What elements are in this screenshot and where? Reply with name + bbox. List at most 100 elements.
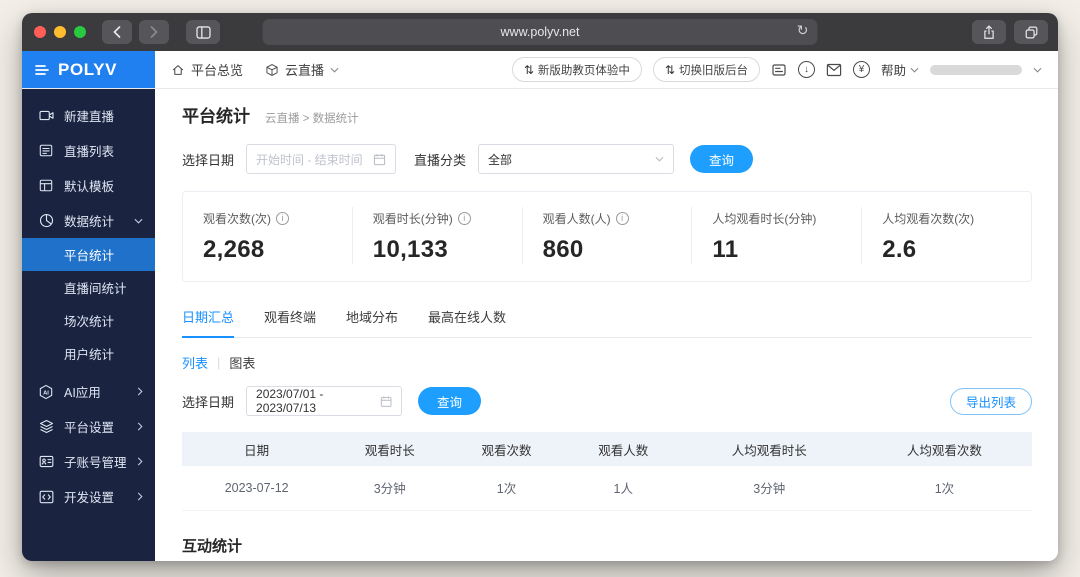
cell-date: 2023-07-12 <box>182 466 332 511</box>
chevron-down-icon[interactable] <box>1033 67 1042 73</box>
sidebar-item-new-live[interactable]: 新建直播 <box>22 98 155 133</box>
view-toggle: 列表 | 图表 <box>182 353 1032 372</box>
date-range-input-2[interactable]: 2023/07/01 - 2023/07/13 <box>246 386 403 416</box>
reload-icon[interactable]: ↻ <box>797 23 809 37</box>
zoom-window-button[interactable] <box>74 26 86 38</box>
tab-peak-online-users[interactable]: 最高在线人数 <box>428 301 506 337</box>
mail-icon <box>826 63 842 76</box>
download-icon: ↓ <box>803 64 809 75</box>
sidebar-label: AI应用 <box>64 386 101 400</box>
calendar-icon <box>380 395 392 407</box>
new-assistant-pill-label: 新版助教页体验中 <box>537 64 630 77</box>
col-header-view-duration: 观看时长 <box>331 432 449 466</box>
col-header-date: 日期 <box>182 432 332 466</box>
breadcrumb-separator: > <box>302 113 310 125</box>
stat-view-duration: 观看时长(分钟) i 10,133 <box>351 207 522 264</box>
export-list-button[interactable]: 导出列表 <box>949 387 1032 415</box>
view-chart-link[interactable]: 图表 <box>229 353 255 372</box>
tab-viewing-terminal[interactable]: 观看终端 <box>264 301 316 337</box>
sidebar-label: 平台设置 <box>64 421 115 435</box>
sidebar-label: 子账号管理 <box>64 456 127 470</box>
help-menu[interactable]: 帮助 <box>881 60 919 79</box>
cell-view-count: 1次 <box>448 466 565 511</box>
sidebar-subitem-user-statistics[interactable]: 用户统计 <box>22 337 155 370</box>
sidebar: 新建直播 直播列表 默认模板 数据统计 平台统计 直播间统计 场次统计 用户统计… <box>22 89 155 561</box>
menu-hamburger-icon[interactable] <box>35 64 49 76</box>
account-name-redacted[interactable] <box>930 64 1022 75</box>
cell-view-duration: 3分钟 <box>331 466 449 511</box>
tab-region-distribution[interactable]: 地域分布 <box>346 301 398 337</box>
breadcrumb: 云直播 > 数据统计 <box>265 110 359 126</box>
pie-chart-icon <box>38 213 54 228</box>
info-icon[interactable]: i <box>276 212 289 225</box>
sidebar-subitem-platform-statistics[interactable]: 平台统计 <box>22 238 155 271</box>
date-range-input[interactable]: 开始时间 - 结束时间 <box>246 144 397 174</box>
sidebar-item-developer-settings[interactable]: 开发设置 <box>22 479 155 514</box>
statistics-tabs: 日期汇总 观看终端 地域分布 最高在线人数 <box>182 301 1032 338</box>
sidebar-item-platform-settings[interactable]: 平台设置 <box>22 409 155 444</box>
template-layout-icon <box>38 179 54 192</box>
category-filter-label: 直播分类 <box>414 152 467 168</box>
chevron-down-icon <box>330 67 339 73</box>
address-bar[interactable]: www.polyv.net ↻ <box>262 19 818 45</box>
tabs-icon <box>1025 26 1037 38</box>
stats-summary-panel: 观看次数(次) i 2,268 观看时长(分钟) i 10,133 观看人数(人) i… <box>182 191 1032 282</box>
nav-product-switcher[interactable]: 云直播 <box>265 60 339 79</box>
sidebar-item-subaccount-management[interactable]: 子账号管理 <box>22 444 155 479</box>
logo-block[interactable]: POLYV <box>22 51 155 88</box>
chevron-right-icon <box>137 492 143 501</box>
close-window-button[interactable] <box>34 26 46 38</box>
nav-product-label: 云直播 <box>285 63 325 78</box>
info-icon[interactable]: i <box>615 212 629 225</box>
query-button-2[interactable]: 查询 <box>418 387 482 415</box>
chevron-down-icon <box>655 156 664 162</box>
browser-titlebar: www.polyv.net ↻ <box>22 13 1058 51</box>
console-news-button[interactable] <box>771 62 787 78</box>
calendar-icon <box>373 153 386 165</box>
info-icon[interactable]: i <box>457 212 471 225</box>
date-filter-label: 选择日期 <box>182 152 235 168</box>
cube-icon <box>266 63 278 76</box>
nav-platform-overview[interactable]: 平台总览 <box>171 60 243 79</box>
sidebar-item-default-template[interactable]: 默认模板 <box>22 168 155 203</box>
stat-value: 11 <box>712 236 739 263</box>
messages-button[interactable] <box>826 63 842 77</box>
new-assistant-page-pill[interactable]: ⇅ 新版助教页体验中 <box>511 57 642 82</box>
chevron-right-icon <box>137 457 143 466</box>
browser-back-button[interactable] <box>102 20 132 44</box>
date-filter-label: 选择日期 <box>182 394 235 410</box>
table-row: 2023-07-12 3分钟 1次 1人 3分钟 1次 <box>182 466 1032 511</box>
share-button[interactable] <box>972 20 1006 44</box>
cell-avg-views: 1次 <box>856 466 1032 511</box>
stat-label: 人均观看次数(次) <box>882 212 975 226</box>
category-select[interactable]: 全部 <box>478 144 675 174</box>
chevron-right-icon <box>137 387 143 396</box>
tab-date-summary[interactable]: 日期汇总 <box>182 301 235 338</box>
layers-icon <box>38 419 54 434</box>
video-camera-icon <box>38 109 54 122</box>
sidebar-item-live-list[interactable]: 直播列表 <box>22 133 155 168</box>
console-news-icon <box>772 63 786 76</box>
cell-avg-duration: 3分钟 <box>681 466 857 511</box>
breadcrumb-current: 数据统计 <box>312 113 359 125</box>
tab-overview-button[interactable] <box>1014 20 1048 44</box>
sidebar-sublabel: 场次统计 <box>64 315 115 329</box>
browser-sidebar-toggle-button[interactable] <box>186 20 220 44</box>
chevron-right-icon <box>150 26 158 38</box>
sidebar-subitem-session-statistics[interactable]: 场次统计 <box>22 304 155 337</box>
table-header-row: 日期 观看时长 观看次数 观看人数 人均观看时长 人均观看次数 <box>182 432 1032 466</box>
query-button[interactable]: 查询 <box>690 145 754 173</box>
minimize-window-button[interactable] <box>54 26 66 38</box>
view-list-link[interactable]: 列表 <box>182 353 208 372</box>
traffic-lights <box>34 26 86 38</box>
sidebar-subitem-room-statistics[interactable]: 直播间统计 <box>22 271 155 304</box>
code-icon <box>38 490 54 504</box>
billing-button[interactable]: ¥ <box>852 61 870 78</box>
category-selected-value: 全部 <box>488 152 513 167</box>
sidebar-item-data-statistics[interactable]: 数据统计 <box>22 203 155 238</box>
sidebar-item-ai-apps[interactable]: AI AI应用 <box>22 374 155 409</box>
ai-hexagon-icon: AI <box>38 384 54 400</box>
browser-forward-button[interactable] <box>139 20 169 44</box>
download-button[interactable]: ↓ <box>797 61 815 78</box>
switch-old-console-pill[interactable]: ⇅ 切换旧版后台 <box>652 57 760 82</box>
